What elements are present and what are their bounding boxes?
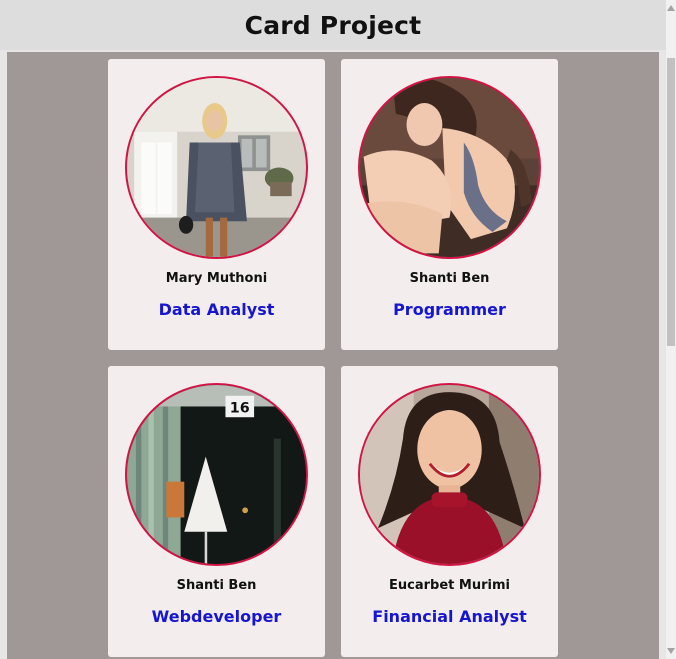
card-name: Shanti Ben <box>176 578 257 593</box>
avatar <box>358 76 541 259</box>
page-title: Card Project <box>244 10 422 40</box>
profile-card: Mary Muthoni Data Analyst <box>108 59 325 350</box>
card-name: Mary Muthoni <box>165 271 268 286</box>
avatar <box>125 76 308 259</box>
door-sixteen-photo: 16 <box>127 385 306 564</box>
card-name: Shanti Ben <box>409 271 490 286</box>
avatar <box>358 383 541 566</box>
scroll-up-arrow-icon[interactable] <box>666 2 676 14</box>
vertical-scrollbar[interactable] <box>666 0 676 659</box>
profile-card: Eucarbet Murimi Financial Analyst <box>341 366 558 657</box>
card-role: Data Analyst <box>158 300 275 319</box>
scrollbar-thumb[interactable] <box>667 58 675 346</box>
card-role: Programmer <box>393 300 506 319</box>
card-name: Eucarbet Murimi <box>389 578 510 593</box>
profile-card: Shanti Ben Programmer <box>341 59 558 350</box>
card-grid: Mary Muthoni Data Analyst Shanti Ben Pro… <box>7 52 659 659</box>
woman-street-photo <box>127 78 306 257</box>
card-role: Financial Analyst <box>372 607 527 626</box>
card-role: Webdeveloper <box>151 607 282 626</box>
woman-sitting-photo <box>360 78 539 257</box>
sign-number: 16 <box>230 401 250 417</box>
page-header: Card Project <box>0 0 666 50</box>
scroll-down-arrow-icon[interactable] <box>666 645 676 657</box>
profile-card: 16 Shanti Ben Webdeveloper <box>108 366 325 657</box>
avatar: 16 <box>125 383 308 566</box>
smiling-woman-photo <box>360 385 539 564</box>
